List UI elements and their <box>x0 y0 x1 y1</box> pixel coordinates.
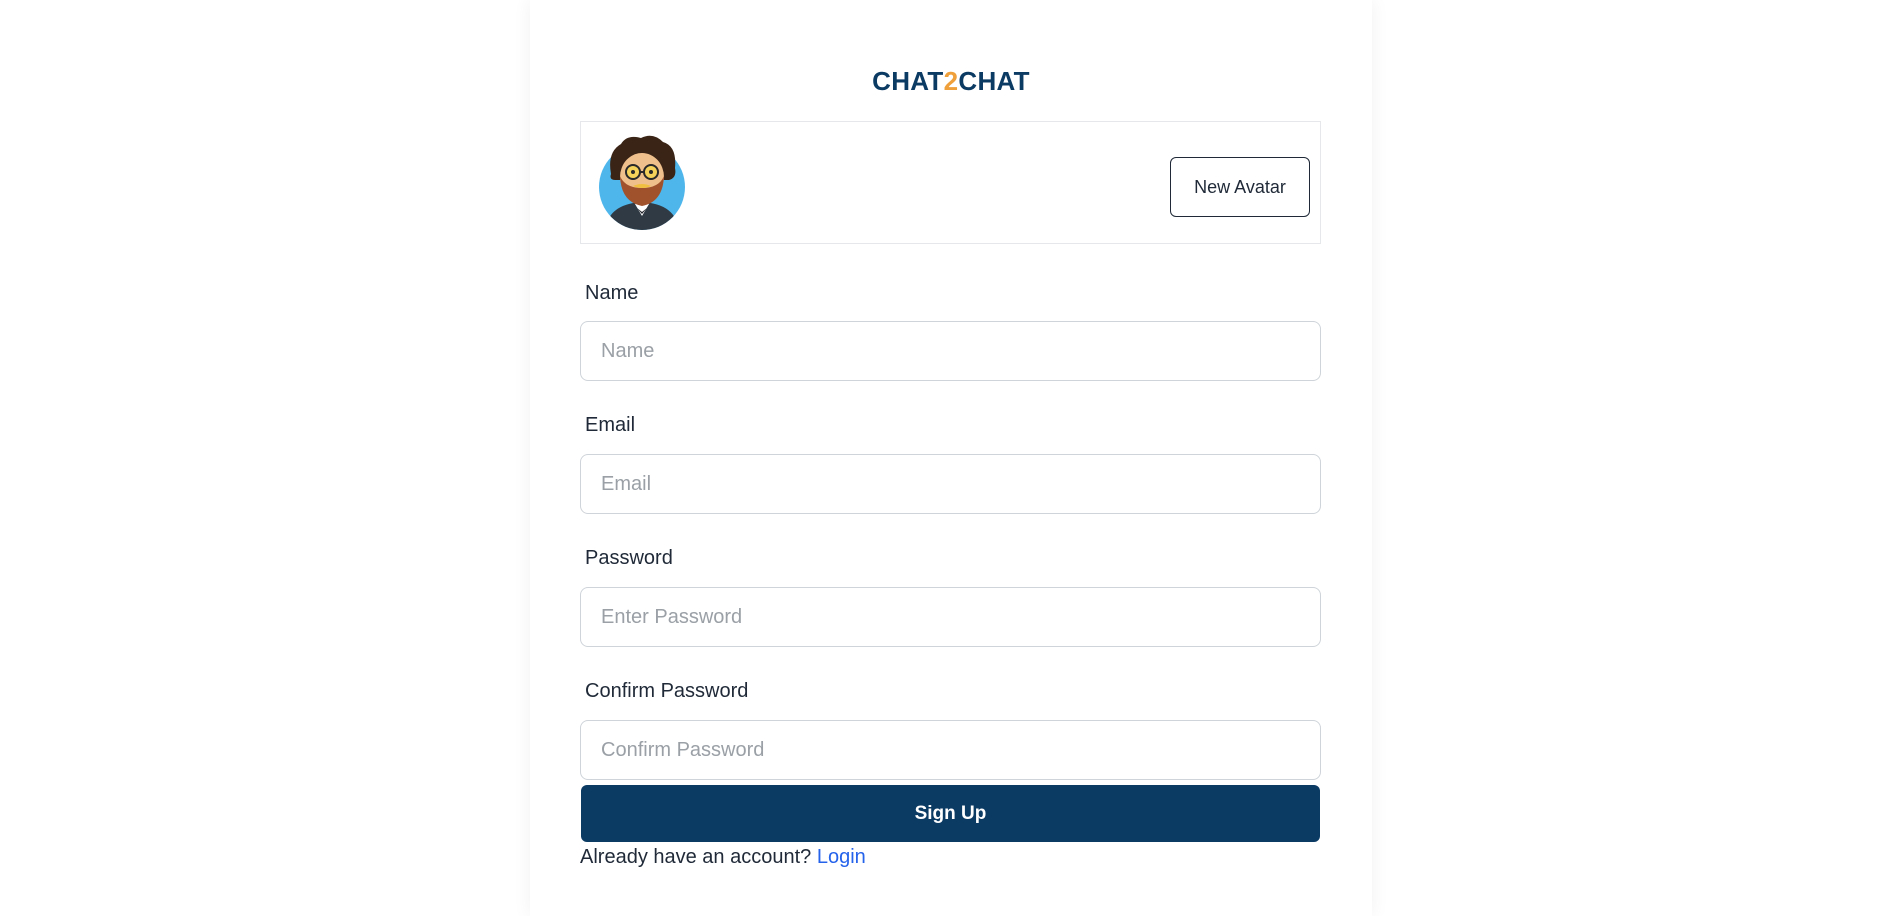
login-prompt-text: Already have an account? <box>580 846 812 868</box>
brand-part1: CHAT <box>872 66 944 96</box>
brand-part3: CHAT <box>958 66 1030 96</box>
new-avatar-button[interactable]: New Avatar <box>1170 157 1310 217</box>
login-link[interactable]: Login <box>817 846 866 868</box>
password-input[interactable] <box>580 587 1321 647</box>
confirm-password-input[interactable] <box>580 720 1321 780</box>
name-input[interactable] <box>580 321 1321 381</box>
confirm-password-label: Confirm Password <box>585 680 749 702</box>
avatar-icon <box>599 135 685 230</box>
brand-part2: 2 <box>943 66 959 96</box>
signup-card: CHAT2CHAT New Avatar Name Name Email Ema… <box>530 0 1372 916</box>
login-prompt: Already have an account? Login <box>580 846 866 869</box>
name-label: Name <box>585 282 639 304</box>
email-input[interactable] <box>580 454 1321 514</box>
brand-logo: CHAT2CHAT <box>530 66 1372 97</box>
email-label: Email <box>585 414 636 436</box>
password-label: Password <box>585 547 673 569</box>
avatar-panel: New Avatar <box>580 121 1321 244</box>
sign-up-button[interactable]: Sign Up <box>581 785 1320 842</box>
